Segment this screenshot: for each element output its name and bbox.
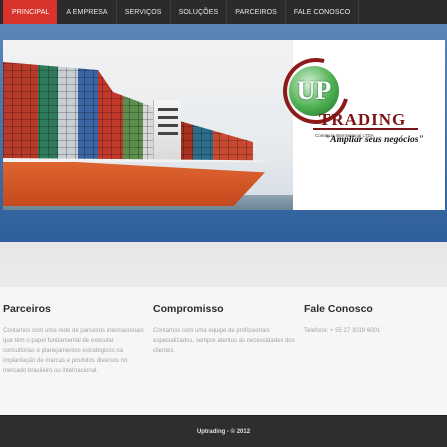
nav-item-fale-conosco[interactable]: FALE CONOSCO <box>286 0 360 24</box>
nav-item-servicos[interactable]: SERVIÇOS <box>117 0 171 24</box>
hero-banner: UP TRADING Comércio Internacional LTDA "… <box>3 40 445 210</box>
column-title: Compromisso <box>153 303 224 315</box>
column-title: Parceiros <box>3 303 51 315</box>
ship-bridge <box>153 100 181 162</box>
footer-copyright: Uptrading - © 2012 <box>196 428 251 435</box>
hero-slogan: "Ampliar seus negócios" <box>325 135 424 145</box>
column-text: Contamos com uma rede de parceiros inter… <box>3 328 144 374</box>
nav-item-parceiros[interactable]: PARCEIROS <box>227 0 286 24</box>
nav-item-solucoes[interactable]: SOLUÇÕES <box>171 0 228 24</box>
main-nav: PRINCIPAL A EMPRESA SERVIÇOS SOLUÇÕES PA… <box>0 0 447 24</box>
contact-phone: Telefone: + 55 27 3019 6001 <box>304 328 381 334</box>
nav-item-a-empresa[interactable]: A EMPRESA <box>58 0 117 24</box>
column-parceiros: Parceiros Contamos com uma rede de parce… <box>3 303 145 376</box>
column-compromisso: Compromisso Contamos com uma equipe de p… <box>153 303 295 356</box>
column-fale-conosco: Fale Conosco Telefone: + 55 27 3019 6001 <box>304 303 446 336</box>
separator-band <box>0 242 447 287</box>
logo-up-mark: UP <box>296 76 332 105</box>
nav-item-principal[interactable]: PRINCIPAL <box>3 0 58 24</box>
column-text: Contamos com uma equipe de profissionais… <box>153 328 295 354</box>
info-columns: Parceiros Contamos com uma rede de parce… <box>0 287 447 415</box>
footer: Uptrading - © 2012 <box>0 415 447 447</box>
brand-name: TRADING <box>312 110 419 130</box>
column-title: Fale Conosco <box>304 303 373 315</box>
